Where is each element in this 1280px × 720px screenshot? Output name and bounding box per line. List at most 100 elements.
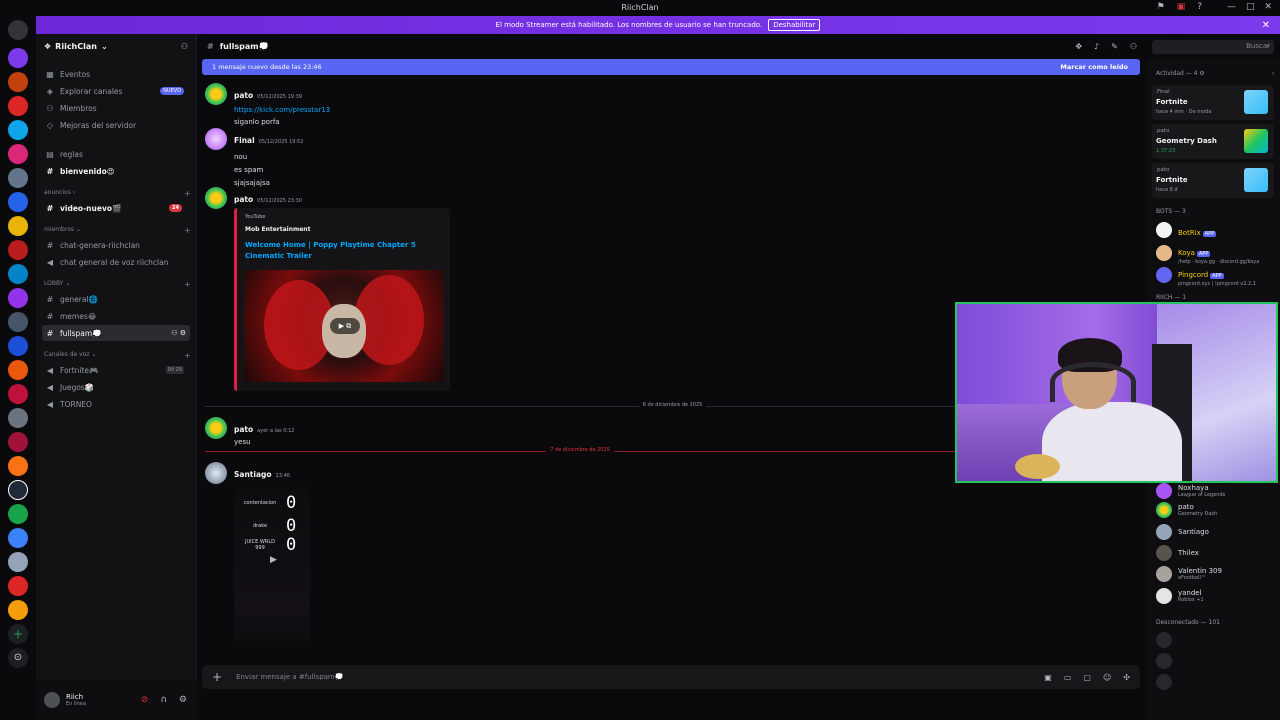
channel-chat-genera[interactable]: # chat-genera-riichclan <box>42 237 190 253</box>
mark-read-button[interactable]: Marcar como leído <box>1060 63 1128 71</box>
channel-chat-voz[interactable]: ◀ chat general de voz riichclan <box>42 254 190 270</box>
server-icon[interactable] <box>8 360 28 380</box>
play-icon[interactable]: ▶ <box>270 555 277 565</box>
member-item[interactable]: BotRix APP <box>1156 220 1217 239</box>
discover-icon[interactable]: ⊙ <box>8 648 28 668</box>
server-icon[interactable] <box>8 552 28 572</box>
channel-settings-icon[interactable]: ⚇ ⚙ <box>171 329 186 337</box>
server-icon[interactable] <box>8 432 28 452</box>
member-item[interactable]: Noxhaya League of Legends <box>1156 483 1225 499</box>
sticker-icon[interactable]: ▢ <box>1083 673 1091 682</box>
member-item[interactable] <box>1156 632 1172 648</box>
message-author[interactable]: Santiago <box>234 470 272 479</box>
chevron-right-icon[interactable]: › <box>1272 70 1274 77</box>
message-link[interactable]: https://kick.com/presstar13 <box>234 106 734 114</box>
add-member-icon[interactable]: ⚇ <box>181 42 188 51</box>
avatar[interactable] <box>205 128 227 150</box>
embed-channel[interactable]: Mob Entertainment <box>245 226 442 233</box>
server-icon[interactable] <box>8 504 28 524</box>
server-icon[interactable] <box>8 600 28 620</box>
member-item[interactable] <box>1156 674 1172 690</box>
bell-icon[interactable]: ♪ <box>1094 42 1099 51</box>
message-author[interactable]: pato <box>234 91 253 100</box>
member-item[interactable]: Valentin 309 eFootball™ <box>1156 566 1222 582</box>
server-icon[interactable] <box>8 408 28 428</box>
avatar[interactable] <box>205 83 227 105</box>
help-icon[interactable]: ? <box>1197 2 1202 12</box>
server-icon[interactable] <box>8 528 28 548</box>
category-anuncios[interactable]: anuncios › + <box>44 189 191 198</box>
channel-fullspam[interactable]: # fullspam💭 ⚇ ⚙ <box>42 325 190 341</box>
channel-general[interactable]: # general🌐 <box>42 291 190 307</box>
headphones-icon[interactable]: ∩ <box>160 695 167 705</box>
gif-icon[interactable]: ▭ <box>1064 673 1072 682</box>
category-lobby[interactable]: LOBBY ⌄ + <box>44 280 191 289</box>
members-toggle-icon[interactable]: ⚇ <box>1130 42 1137 51</box>
member-item[interactable] <box>1156 653 1172 669</box>
play-icon[interactable]: ▶ ⧉ <box>330 318 360 334</box>
add-channel-icon[interactable]: + <box>184 280 191 289</box>
add-channel-icon[interactable]: + <box>184 189 191 198</box>
voice-channel-juegos[interactable]: ◀ Juegos🎲 <box>42 379 190 395</box>
banner-close-icon[interactable]: ✕ <box>1262 20 1270 31</box>
avatar[interactable] <box>205 417 227 439</box>
server-icon[interactable] <box>8 312 28 332</box>
server-icon[interactable] <box>8 264 28 284</box>
apps-icon[interactable]: ✣ <box>1123 673 1130 682</box>
server-icon[interactable] <box>8 576 28 596</box>
message-author[interactable]: Final <box>234 136 255 145</box>
voice-channel-torneo[interactable]: ◀ TORNEO <box>42 396 190 412</box>
channel-reglas[interactable]: ▤ reglas <box>42 146 190 162</box>
server-icon[interactable] <box>8 336 28 356</box>
maximize-icon[interactable]: □ <box>1246 2 1255 12</box>
member-item[interactable]: Thilex <box>1156 545 1199 561</box>
add-attachment-icon[interactable]: + <box>212 670 222 684</box>
server-icon[interactable] <box>8 168 28 188</box>
add-channel-icon[interactable]: + <box>184 351 191 360</box>
server-icon[interactable] <box>8 384 28 404</box>
member-item[interactable]: yandel Roblox +1 <box>1156 588 1204 604</box>
search-input[interactable]: Buscar ⌕ <box>1152 40 1274 54</box>
sidebar-item-eventos[interactable]: ▦ Eventos <box>42 66 190 82</box>
mic-muted-icon[interactable]: ⊘ <box>141 695 149 705</box>
server-icon[interactable] <box>8 120 28 140</box>
channel-memes[interactable]: # memes😂 <box>42 308 190 324</box>
threads-icon[interactable]: ✥ <box>1075 42 1082 51</box>
server-icon[interactable] <box>8 456 28 476</box>
avatar[interactable] <box>44 692 60 708</box>
channel-video-nuevo[interactable]: # video-nuevo🎬 24 <box>42 200 190 216</box>
member-item[interactable]: Santiago <box>1156 524 1209 540</box>
server-icon[interactable] <box>8 72 28 92</box>
channel-bienvenido[interactable]: # bienvenido😍 <box>42 163 190 179</box>
sidebar-item-mejoras[interactable]: ◇ Mejoras del servidor <box>42 117 190 133</box>
close-icon[interactable]: ✕ <box>1264 2 1272 12</box>
inbox-icon[interactable]: ▣ <box>1177 2 1186 12</box>
member-item[interactable]: Pingcord APP pingcord.xyz | !pingcord v2.2… <box>1156 262 1256 287</box>
server-icon[interactable] <box>8 240 28 260</box>
message-author[interactable]: pato <box>234 195 253 204</box>
add-server-icon[interactable]: + <box>8 624 28 644</box>
server-icon[interactable] <box>8 144 28 164</box>
minimize-icon[interactable]: — <box>1227 2 1236 12</box>
new-messages-bar[interactable]: 1 mensaje nuevo desde las 23:46 Marcar c… <box>202 59 1140 75</box>
embed-title[interactable]: Welcome Home | Poppy Playtime Chapter 5 … <box>245 240 442 262</box>
server-icon[interactable] <box>8 96 28 116</box>
message-composer[interactable]: + Enviar mensaje a #fullspam💭 ▣ ▭ ▢ ☺ ✣ <box>202 665 1140 689</box>
home-icon[interactable] <box>8 20 28 40</box>
gift-icon[interactable]: ▣ <box>1044 673 1052 682</box>
avatar[interactable] <box>205 187 227 209</box>
activity-card[interactable]: pato Geometry Dash 1:37:23 <box>1152 124 1274 159</box>
video-thumbnail[interactable]: ▶ ⧉ <box>244 270 444 382</box>
voice-channel-fortnite[interactable]: ◀ Fortnite🎮 00 29 <box>42 362 190 378</box>
activity-card[interactable]: pato Fortnite hace 8 d <box>1152 163 1274 198</box>
sidebar-item-miembros[interactable]: ⚇ Miembros <box>42 100 190 116</box>
server-icon[interactable] <box>8 288 28 308</box>
member-item[interactable]: pato Geometry Dash <box>1156 502 1217 518</box>
sidebar-item-explorar[interactable]: ◈ Explorar canales NUEVO <box>42 83 190 99</box>
server-icon[interactable] <box>8 48 28 68</box>
server-icon[interactable] <box>8 192 28 212</box>
media-card[interactable]: contentacion 0 drake 0 JUICE WRLD 999 0 ▶ <box>234 483 310 643</box>
pin-icon[interactable]: ⚑ <box>1157 2 1165 12</box>
avatar[interactable] <box>205 462 227 484</box>
activity-card[interactable]: Final Fortnite hace 4 min · De moda <box>1152 85 1274 120</box>
